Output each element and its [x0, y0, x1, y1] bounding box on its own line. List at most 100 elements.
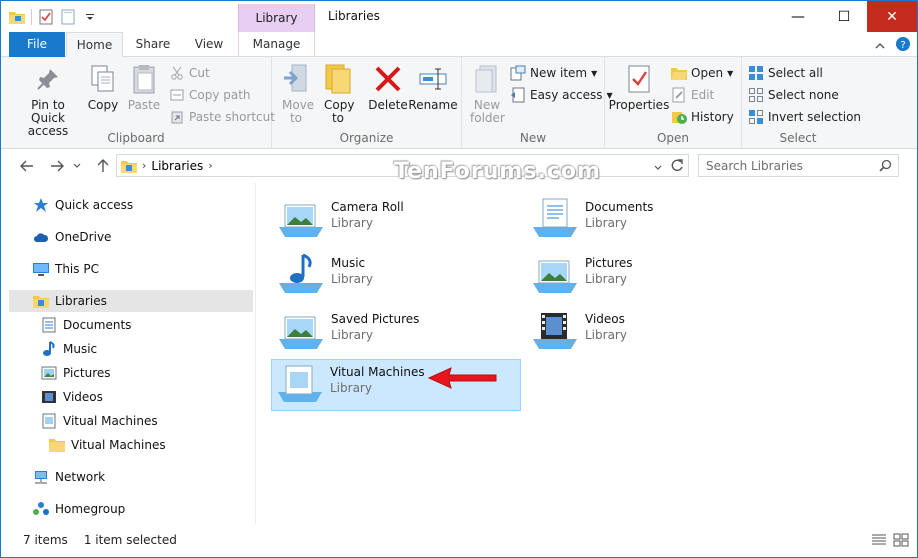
- nav-pictures[interactable]: Pictures: [41, 362, 111, 384]
- select-none-icon: [748, 87, 764, 103]
- refresh-icon[interactable]: [670, 158, 684, 175]
- breadcrumb-chevron-icon[interactable]: ›: [142, 159, 146, 172]
- delete-x-icon: [372, 63, 404, 95]
- move-to-button[interactable]: Move to: [280, 63, 314, 125]
- nav-quick-access[interactable]: Quick access: [33, 194, 133, 216]
- new-folder-qat-icon[interactable]: [60, 9, 76, 25]
- open-group: Properties Open ▼ Edit History Open: [605, 57, 742, 149]
- invert-selection-button[interactable]: Invert selection: [748, 107, 861, 127]
- cloud-icon: [33, 229, 49, 245]
- open-label: Open: [691, 66, 724, 80]
- library-tile-music[interactable]: Music Library: [273, 251, 523, 303]
- search-input[interactable]: Search Libraries: [698, 154, 899, 177]
- paste-button[interactable]: Paste: [125, 63, 163, 112]
- explorer-window: Library Tools Libraries — ☐ ✕ File Home …: [0, 0, 918, 558]
- select-all-icon: [748, 65, 764, 81]
- search-icon[interactable]: [879, 159, 892, 175]
- nav-this-pc[interactable]: This PC: [33, 258, 99, 280]
- item-type: Library: [585, 216, 627, 230]
- customize-qat-icon[interactable]: [82, 9, 98, 25]
- nav-network[interactable]: Network: [33, 466, 105, 488]
- breadcrumb-chevron-icon[interactable]: ›: [208, 159, 212, 172]
- easy-access-icon: [510, 87, 526, 103]
- paste-shortcut-button[interactable]: Paste shortcut: [169, 107, 275, 127]
- large-icons-view-icon[interactable]: [893, 533, 909, 550]
- nav-documents[interactable]: Documents: [41, 314, 131, 336]
- new-item-button[interactable]: New item ▼: [510, 63, 597, 83]
- details-view-icon[interactable]: [871, 533, 887, 550]
- rename-button[interactable]: Rename: [408, 63, 458, 112]
- tab-view[interactable]: View: [181, 32, 237, 57]
- select-group: Select all Select none Invert selection …: [742, 57, 861, 149]
- star-icon: [33, 197, 49, 213]
- rename-icon: [417, 63, 449, 95]
- tab-manage[interactable]: Manage: [238, 32, 315, 57]
- breadcrumb-libraries[interactable]: Libraries: [151, 159, 203, 173]
- address-dropdown-icon[interactable]: [654, 160, 662, 174]
- pin-icon: [32, 63, 64, 95]
- select-none-button[interactable]: Select none: [748, 85, 839, 105]
- ribbon-tabs: File Home Share View Manage ?: [1, 32, 917, 58]
- saved-pictures-library-icon: [277, 309, 325, 357]
- expand-ribbon-icon[interactable]: [875, 39, 885, 53]
- tab-home[interactable]: Home: [66, 32, 123, 58]
- move-to-icon: [280, 63, 312, 95]
- help-icon[interactable]: ?: [895, 36, 911, 55]
- item-type: Library: [585, 272, 627, 286]
- status-bar: 7 items 1 item selected: [1, 529, 917, 551]
- folder-icon[interactable]: [9, 9, 25, 25]
- close-button[interactable]: ✕: [867, 1, 917, 32]
- nav-music[interactable]: Music: [41, 338, 97, 360]
- easy-access-label: Easy access: [530, 88, 603, 102]
- delete-button[interactable]: Delete: [368, 63, 408, 112]
- forward-arrow-icon[interactable]: [47, 157, 67, 175]
- item-count: 7 items: [23, 533, 68, 547]
- copy-to-button[interactable]: Copy to: [322, 63, 354, 125]
- nav-videos[interactable]: Videos: [41, 386, 103, 408]
- library-tile-saved-pictures[interactable]: Saved Pictures Library: [273, 307, 523, 359]
- properties-qat-icon[interactable]: [38, 9, 54, 25]
- copy-path-button[interactable]: Copy path: [169, 85, 251, 105]
- tab-share[interactable]: Share: [125, 32, 181, 57]
- nav-homegroup[interactable]: Homegroup: [33, 498, 125, 520]
- item-type: Library: [331, 216, 373, 230]
- copy-path-icon: [169, 87, 185, 103]
- nav-virtual-machines-library[interactable]: Vitual Machines: [41, 410, 158, 432]
- properties-button[interactable]: Properties: [609, 63, 669, 112]
- nav-onedrive[interactable]: OneDrive: [33, 226, 111, 248]
- library-tile-documents[interactable]: Documents Library: [527, 195, 777, 247]
- nav-onedrive-label: OneDrive: [55, 230, 112, 244]
- nav-libraries[interactable]: Libraries: [9, 290, 253, 312]
- network-icon: [33, 469, 49, 485]
- pane-divider[interactable]: [255, 183, 256, 525]
- virtual-machines-library-icon: [276, 362, 324, 410]
- watermark-text: TenForums.com: [394, 159, 601, 184]
- libraries-icon: [33, 293, 49, 309]
- select-group-label: Select: [779, 131, 817, 145]
- cut-button[interactable]: Cut: [169, 63, 210, 83]
- easy-access-button[interactable]: Easy access ▼: [510, 85, 613, 105]
- music-note-icon: [41, 341, 57, 357]
- clipboard-group-label: Clipboard: [107, 131, 165, 145]
- up-arrow-icon[interactable]: [93, 157, 113, 175]
- history-button[interactable]: History: [671, 107, 734, 127]
- open-button[interactable]: Open ▼: [671, 63, 733, 83]
- open-group-label: Open: [656, 131, 690, 145]
- pin-to-quick-access-button[interactable]: Pin to Quick access: [11, 63, 85, 138]
- tab-file[interactable]: File: [9, 32, 65, 57]
- edit-button[interactable]: Edit: [671, 85, 714, 105]
- library-tile-pictures[interactable]: Pictures Library: [527, 251, 777, 303]
- new-folder-button[interactable]: New folder: [470, 63, 505, 125]
- maximize-button[interactable]: ☐: [821, 1, 867, 32]
- copy-button[interactable]: Copy: [85, 63, 121, 112]
- library-tile-camera-roll[interactable]: Camera Roll Library: [273, 195, 523, 247]
- nav-virtual-machines-folder[interactable]: Vitual Machines: [49, 434, 166, 456]
- select-all-button[interactable]: Select all: [748, 63, 823, 83]
- recent-locations-chevron-icon[interactable]: [71, 157, 83, 175]
- library-tile-videos[interactable]: Videos Library: [527, 307, 777, 359]
- paste-shortcut-label: Paste shortcut: [189, 110, 275, 124]
- properties-icon: [623, 63, 655, 95]
- minimize-button[interactable]: —: [775, 1, 821, 32]
- scissors-icon: [169, 65, 185, 81]
- back-arrow-icon[interactable]: [17, 157, 37, 175]
